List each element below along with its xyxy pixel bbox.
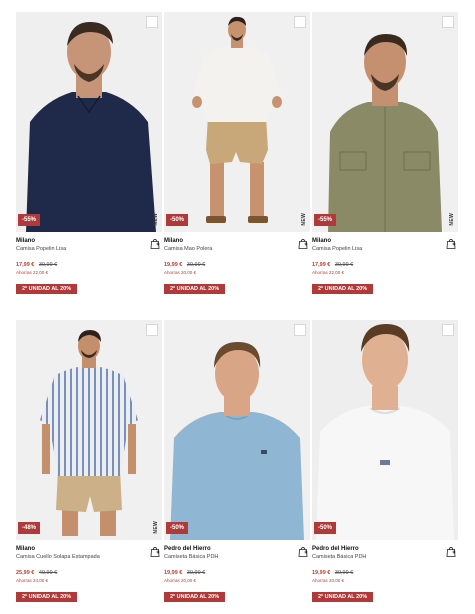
product-image[interactable]: -48% NEW bbox=[16, 320, 162, 540]
product-image[interactable]: -50% bbox=[312, 320, 458, 540]
promo-badge: 2ª UNIDAD AL 20% bbox=[16, 284, 78, 294]
model-photo bbox=[312, 320, 458, 540]
original-price: 39,99 € bbox=[186, 570, 206, 576]
product-name[interactable]: Camisa Mao Polera bbox=[164, 245, 310, 253]
discount-badge: -50% bbox=[166, 522, 189, 534]
add-to-bag-icon[interactable] bbox=[446, 238, 456, 249]
product-brand[interactable]: Pedro del Hierro bbox=[312, 545, 458, 553]
product-brand[interactable]: Milano bbox=[16, 545, 162, 553]
model-photo bbox=[164, 320, 310, 540]
favorite-checkbox[interactable] bbox=[442, 16, 454, 28]
product-card[interactable]: -55% NEW Milano Camisa Popelin Lisa 17,9… bbox=[16, 12, 162, 302]
promo-badge: 2ª UNIDAD AL 20% bbox=[312, 592, 374, 602]
savings-text: Ahorras 22,00 € bbox=[16, 270, 49, 275]
current-price: 19,99 € bbox=[312, 570, 331, 576]
add-to-bag-icon[interactable] bbox=[298, 238, 308, 249]
product-card[interactable]: -55% NEW Milano Camisa Popelin Lisa 17,9… bbox=[312, 12, 458, 302]
add-to-bag-icon[interactable] bbox=[298, 546, 308, 557]
new-tag: NEW bbox=[449, 213, 455, 226]
new-tag: NEW bbox=[301, 213, 307, 226]
promo-badge: 2ª UNIDAD AL 20% bbox=[312, 284, 374, 294]
product-brand[interactable]: Milano bbox=[164, 237, 310, 245]
product-name[interactable]: Camisa Popelin Lisa bbox=[312, 245, 458, 253]
promo-badge: 2ª UNIDAD AL 20% bbox=[164, 592, 226, 602]
product-image[interactable]: -50% NEW bbox=[164, 12, 310, 232]
product-image[interactable]: -55% NEW bbox=[312, 12, 458, 232]
product-brand[interactable]: Milano bbox=[312, 237, 458, 245]
new-tag: NEW bbox=[153, 213, 159, 226]
new-tag: NEW bbox=[153, 521, 159, 534]
favorite-checkbox[interactable] bbox=[442, 324, 454, 336]
add-to-bag-icon[interactable] bbox=[446, 546, 456, 557]
product-name[interactable]: Camisa Popelin Lisa bbox=[16, 245, 162, 253]
original-price: 39,99 € bbox=[186, 262, 206, 268]
product-card[interactable]: -50% Pedro del Hierro Camiseta Básica PD… bbox=[312, 320, 458, 610]
savings-text: Ahorras 22,00 € bbox=[312, 270, 345, 275]
current-price: 17,99 € bbox=[16, 262, 35, 268]
original-price: 39,99 € bbox=[334, 570, 354, 576]
favorite-checkbox[interactable] bbox=[146, 16, 158, 28]
add-to-bag-icon[interactable] bbox=[150, 546, 160, 557]
current-price: 25,99 € bbox=[16, 570, 35, 576]
current-price: 19,99 € bbox=[164, 570, 183, 576]
product-image[interactable]: -55% NEW bbox=[16, 12, 162, 232]
discount-badge: -50% bbox=[314, 522, 337, 534]
model-photo bbox=[164, 12, 310, 232]
promo-badge: 2ª UNIDAD AL 20% bbox=[16, 592, 78, 602]
product-name[interactable]: Camiseta Básica PDH bbox=[312, 553, 458, 561]
product-card[interactable]: -50% Pedro del Hierro Camiseta Básica PD… bbox=[164, 320, 310, 610]
product-brand[interactable]: Milano bbox=[16, 237, 162, 245]
original-price: 39,99 € bbox=[334, 262, 354, 268]
savings-text: Ahorras 20,00 € bbox=[164, 578, 197, 583]
savings-text: Ahorras 24,00 € bbox=[16, 578, 49, 583]
favorite-checkbox[interactable] bbox=[294, 16, 306, 28]
product-brand[interactable]: Pedro del Hierro bbox=[164, 545, 310, 553]
product-card[interactable]: -48% NEW Milano Camisa Cuello Solapa Est… bbox=[16, 320, 162, 610]
current-price: 17,99 € bbox=[312, 262, 331, 268]
promo-badge: 2ª UNIDAD AL 20% bbox=[164, 284, 226, 294]
model-photo bbox=[312, 12, 458, 232]
original-price: 49,99 € bbox=[38, 570, 58, 576]
savings-text: Ahorras 20,00 € bbox=[312, 578, 345, 583]
add-to-bag-icon[interactable] bbox=[150, 238, 160, 249]
discount-badge: -48% bbox=[18, 522, 41, 534]
shirt bbox=[26, 92, 156, 232]
discount-badge: -55% bbox=[314, 214, 337, 226]
discount-badge: -55% bbox=[18, 214, 41, 226]
model-photo bbox=[16, 320, 162, 540]
product-image[interactable]: -50% bbox=[164, 320, 310, 540]
product-name[interactable]: Camiseta Básica PDH bbox=[164, 553, 310, 561]
product-card[interactable]: -50% NEW Milano Camisa Mao Polera 19,99 … bbox=[164, 12, 310, 302]
product-name[interactable]: Camisa Cuello Solapa Estampada bbox=[16, 553, 162, 561]
original-price: 39,99 € bbox=[38, 262, 58, 268]
discount-badge: -50% bbox=[166, 214, 189, 226]
model-photo bbox=[16, 12, 162, 232]
savings-text: Ahorras 20,00 € bbox=[164, 270, 197, 275]
current-price: 19,99 € bbox=[164, 262, 183, 268]
favorite-checkbox[interactable] bbox=[294, 324, 306, 336]
favorite-checkbox[interactable] bbox=[146, 324, 158, 336]
